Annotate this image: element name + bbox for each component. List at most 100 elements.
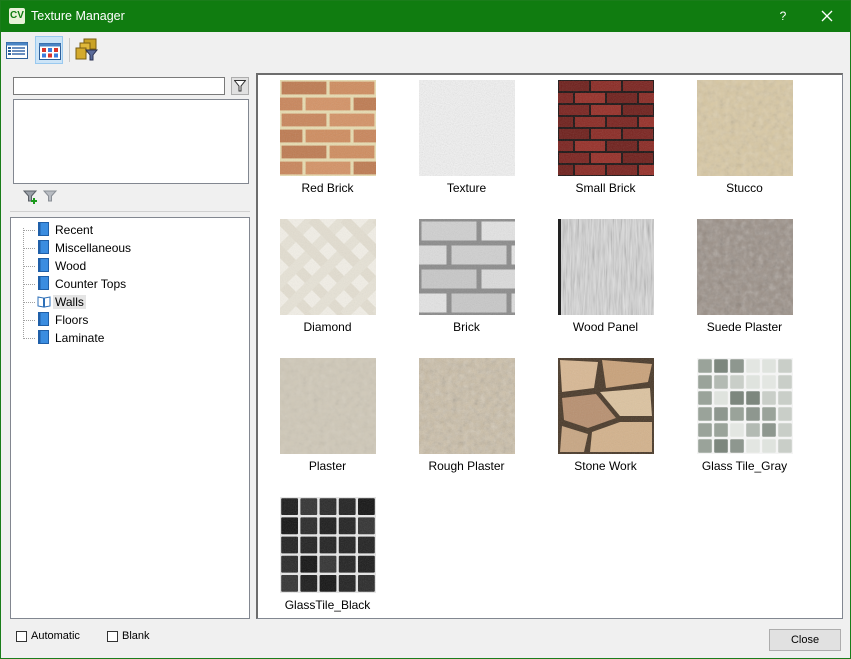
texture-thumbnail[interactable] [697,219,793,315]
texture-tile[interactable]: Stone Work [536,355,675,490]
texture-manager-window: CV Texture Manager ? Recent Miscellaneou… [0,0,851,659]
tree-item[interactable]: Recent [23,221,223,239]
tree-item-label: Wood [55,259,87,273]
tree-connector [23,302,35,303]
tree-item-label: Walls [53,295,86,309]
book-icon [37,276,49,290]
close-button[interactable]: Close [769,629,841,651]
remove-filter-icon [42,190,58,202]
tree-item[interactable]: Walls [23,293,223,311]
texture-thumbnail[interactable] [419,80,515,176]
tree-connector [23,248,35,249]
texture-gallery: Red Brick Texture Small Brick Stucco Diamond… [256,73,843,619]
help-button[interactable]: ? [763,1,803,32]
texture-tile[interactable]: GlassTile_Black [258,494,397,629]
book-icon [38,276,49,290]
texture-tile[interactable]: Glass Tile_Gray [675,355,814,490]
thumbnail-view-button[interactable] [35,36,63,64]
texture-thumbnail[interactable] [697,80,793,176]
texture-thumbnail[interactable] [280,80,376,176]
automatic-checkbox[interactable] [16,631,27,642]
texture-thumbnail[interactable] [280,497,376,593]
automatic-label: Automatic [31,630,80,642]
remove-filter-button[interactable] [42,190,59,206]
texture-name: Rough Plaster [428,459,505,473]
texture-name: Glass Tile_Gray [701,459,788,473]
book-icon [38,330,49,344]
filter-manager-button[interactable] [73,36,101,64]
texture-tile[interactable]: Diamond [258,216,397,351]
app-icon: CV [9,8,25,24]
texture-thumbnail[interactable] [419,358,515,454]
texture-name: Wood Panel [572,320,639,334]
texture-tile[interactable]: Small Brick [536,77,675,212]
texture-thumbnail[interactable] [280,219,376,315]
tree-item[interactable]: Floors [23,311,223,329]
texture-tile[interactable]: Rough Plaster [397,355,536,490]
filter-manager-icon [75,38,99,61]
toolbar-separator [69,38,70,62]
texture-name: Suede Plaster [706,320,783,334]
close-window-button[interactable] [805,1,850,32]
apply-filter-button[interactable] [231,77,249,95]
texture-name: GlassTile_Black [284,598,371,612]
blank-label: Blank [122,630,150,642]
book-icon [37,240,49,254]
tree-item-label: Miscellaneous [55,241,132,255]
left-panel: Recent Miscellaneous Wood Counter Tops Walls… [10,73,250,619]
book-icon [37,222,49,236]
texture-name: Stucco [726,181,763,195]
texture-thumbnail[interactable] [419,219,515,315]
texture-name: Texture [446,181,487,195]
book-icon [38,258,49,272]
texture-name: Red Brick [301,181,354,195]
texture-tile[interactable]: Suede Plaster [675,216,814,351]
texture-tile[interactable]: Stucco [675,77,814,212]
tree-item[interactable]: Counter Tops [23,275,223,293]
tree-connector [23,338,35,339]
close-icon [821,10,833,22]
tree-item-label: Floors [55,313,89,327]
texture-name: Diamond [303,320,352,334]
add-filter-icon [22,190,38,204]
tree-connector [23,284,35,285]
filter-list[interactable] [13,99,249,184]
tree-item[interactable]: Miscellaneous [23,239,223,257]
book-icon [37,294,51,308]
texture-thumbnail[interactable] [558,358,654,454]
book-icon [38,240,49,254]
title-bar[interactable]: CV Texture Manager ? [1,1,850,32]
list-view-icon [6,42,28,59]
tree-item-label: Laminate [55,331,105,345]
list-view-button[interactable] [3,36,31,64]
tree-item-label: Recent [55,223,94,237]
add-filter-button[interactable] [22,190,39,206]
window-title: Texture Manager [31,9,125,23]
texture-name: Brick [453,320,480,334]
texture-name: Plaster [308,459,347,473]
texture-tile[interactable]: Wood Panel [536,216,675,351]
texture-tile[interactable]: Red Brick [258,77,397,212]
book-icon [37,258,49,272]
filter-search-input[interactable] [13,77,225,95]
texture-thumbnail[interactable] [558,80,654,176]
open-book-icon [37,296,51,308]
tree-connector [23,230,35,231]
thumbnail-view-icon [39,43,61,60]
toolbar [1,32,850,69]
texture-tile[interactable]: Texture [397,77,536,212]
texture-thumbnail[interactable] [697,358,793,454]
texture-tile[interactable]: Plaster [258,355,397,490]
blank-checkbox[interactable] [107,631,118,642]
funnel-icon [234,80,246,92]
texture-tile[interactable]: Brick [397,216,536,351]
tree-item[interactable]: Laminate [23,329,223,347]
texture-thumbnail[interactable] [280,358,376,454]
tree-item[interactable]: Wood [23,257,223,275]
book-icon [38,222,49,236]
footer-bar: Automatic Blank Close [1,621,850,658]
texture-thumbnail[interactable] [558,219,654,315]
panel-splitter[interactable] [10,211,250,212]
texture-name: Small Brick [575,181,636,195]
tree-connector [23,320,35,321]
